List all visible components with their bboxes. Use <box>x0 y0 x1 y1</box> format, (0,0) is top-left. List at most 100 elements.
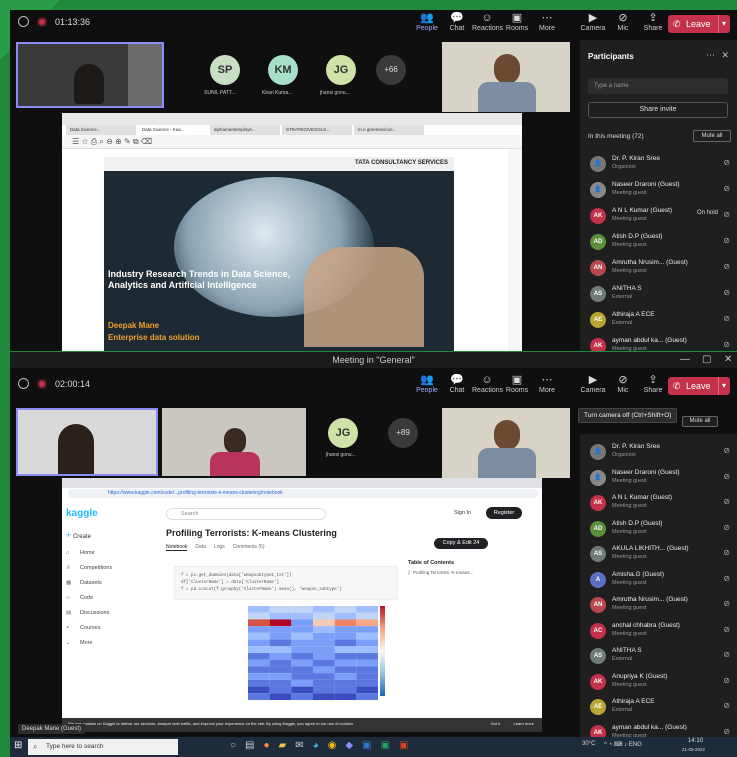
taskbar-time[interactable]: 14:10 <box>688 738 703 744</box>
kaggle-nav-home[interactable]: ⌂ Home <box>66 550 112 565</box>
address-bar[interactable]: https://www.kaggle.com/code/...profiling… <box>68 489 538 498</box>
toolbar-mic-button[interactable]: ⊘ Mic <box>608 12 638 32</box>
avatar-jg[interactable]: JG <box>326 55 356 85</box>
copy-edit-button[interactable]: Copy & Edit 24 <box>434 538 488 549</box>
kaggle-nav-more[interactable]: ⌄ More <box>66 640 112 655</box>
participant-item[interactable]: 👤 Dr. P. Kiran Sree Organizer ⊘ <box>590 442 732 466</box>
participant-item[interactable]: AS ANITHA S External ⊘ <box>590 284 732 308</box>
register-button[interactable]: Register <box>486 507 522 519</box>
browser-tab[interactable]: alphameetemploye... <box>210 125 280 135</box>
widgets-icon[interactable]: ▤ <box>245 740 254 751</box>
notebook-tab[interactable]: Comments (5) <box>233 544 265 551</box>
participant-item[interactable]: AC anchal chhabra (Guest) Meeting guest ⊘ <box>590 621 732 645</box>
kaggle-logo[interactable]: kaggle <box>66 508 98 519</box>
mute-all-button[interactable]: Mute all <box>693 130 731 142</box>
code-cell[interactable]: f = px.get_dummies(data['weapsubtype1_tx… <box>174 566 398 600</box>
toolbar-mic-button[interactable]: ⊘ Mic <box>608 374 638 394</box>
participant-item[interactable]: AS ANITHA S External ⊘ <box>590 646 732 670</box>
toc-item[interactable]: Profiling Terrorists: K-means... <box>408 570 488 575</box>
more-participants-badge[interactable]: +66 <box>376 55 406 85</box>
toolbar-share-button[interactable]: ⇪ Share <box>638 12 668 32</box>
participant-item[interactable]: AD Atish D.P (Guest) Meeting guest ⊘ <box>590 232 732 256</box>
mute-all-button[interactable]: Mute all <box>682 416 718 427</box>
teams-icon[interactable]: ◆ <box>345 740 353 751</box>
notebook-tab[interactable]: Data <box>195 544 206 551</box>
participant-item[interactable]: AN Amrutha Nrusim... (Guest) Meeting guest… <box>590 595 732 619</box>
browser-tab[interactable]: Data Science - Kaa... <box>138 125 208 135</box>
close-window-button[interactable]: ✕ <box>724 352 732 368</box>
file-explorer-icon[interactable]: ▰ <box>279 740 287 751</box>
tray-icons[interactable]: ^ ◔ ⌨ ♪ ENG <box>604 741 642 748</box>
avatar-km[interactable]: KM <box>268 55 298 85</box>
participant-item[interactable]: AK ayman abdul ka... (Guest) Meeting guest… <box>590 336 732 351</box>
sign-in-link[interactable]: Sign In <box>454 510 471 516</box>
toolbar-more-button[interactable]: ⋯ More <box>532 374 562 394</box>
task-view-icon[interactable]: ○ <box>230 740 236 751</box>
participant-item[interactable]: 👤 Naseer Draroni (Guest) Meeting guest ⊘ <box>590 468 732 492</box>
browser-tab[interactable]: Data Science... <box>66 125 136 135</box>
video-tile-speaker[interactable] <box>442 42 570 112</box>
notebook-tab[interactable]: Logs <box>214 544 225 551</box>
more-options-icon[interactable]: ⋯ <box>706 50 715 61</box>
participant-item[interactable]: AK A N L Kumar (Guest) Meeting guest On hol… <box>590 206 732 230</box>
chevron-down-icon[interactable]: ▾ <box>717 15 726 33</box>
learn-more-link[interactable]: Learn more <box>514 721 534 726</box>
toolbar-chat-button[interactable]: 💬 Chat <box>442 374 472 394</box>
participant-item[interactable]: 👤 Dr. P. Kiran Sree Organizer ⊘ <box>590 154 732 178</box>
participant-item[interactable]: AS AKULA LIKHITH... (Guest) Meeting guest ⊘ <box>590 544 732 568</box>
avatar-jg[interactable]: JG <box>328 418 358 448</box>
powerpoint-icon[interactable]: ▣ <box>399 740 408 751</box>
notebook-tab[interactable]: Notebook <box>166 544 188 551</box>
leave-button[interactable]: ✆ Leave ▾ <box>668 377 730 395</box>
kaggle-nav-courses[interactable]: ◓ Courses <box>66 625 112 640</box>
more-participants-badge[interactable]: +89 <box>388 418 418 448</box>
participant-item[interactable]: AE Athiraja A ECE External ⊘ <box>590 697 732 721</box>
toolbar-rooms-button[interactable]: ▣ Rooms <box>502 374 532 394</box>
video-tile-participant[interactable] <box>162 408 306 476</box>
kaggle-nav-competitions[interactable]: ♕ Competitions <box>66 565 112 580</box>
close-icon[interactable]: ✕ <box>721 50 729 61</box>
weather-temp[interactable]: 30°C <box>582 741 595 747</box>
participant-item[interactable]: AD Atish D.P (Guest) Meeting guest ⊘ <box>590 519 732 543</box>
video-tile-speaker[interactable] <box>442 408 570 478</box>
video-tile-self[interactable] <box>16 408 158 476</box>
toolbar-rooms-button[interactable]: ▣ Rooms <box>502 12 532 32</box>
toolbar-share-button[interactable]: ⇪ Share <box>638 374 668 394</box>
word-icon[interactable]: ▣ <box>362 740 371 751</box>
windows-start-icon[interactable]: ⊞ <box>14 740 22 751</box>
toolbar-chat-button[interactable]: 💬 Chat <box>442 12 472 32</box>
minimize-button[interactable]: — <box>680 352 690 368</box>
participant-item[interactable]: AK Anupriya K (Guest) Meeting guest ⊘ <box>590 672 732 696</box>
participant-item[interactable]: AN Amrutha Nrusim... (Guest) Meeting guest… <box>590 258 732 282</box>
avatar-sp[interactable]: SP <box>210 55 240 85</box>
browser-tab[interactable]: STRATEGIVESOLS... <box>282 125 352 135</box>
kaggle-search-input[interactable]: Search <box>166 508 326 520</box>
create-button[interactable]: + Create <box>66 530 91 540</box>
leave-button[interactable]: ✆ Leave ▾ <box>668 15 730 33</box>
kaggle-nav-discussions[interactable]: ▤ Discussions <box>66 610 112 625</box>
participant-item[interactable]: AK A N L Kumar (Guest) Meeting guest ⊘ <box>590 493 732 517</box>
maximize-button[interactable]: ▢ <box>702 352 711 368</box>
participant-item[interactable]: A Amisha.G (Guest) Meeting guest ⊘ <box>590 570 732 594</box>
video-tile-self[interactable] <box>16 42 164 108</box>
mail-icon[interactable]: ✉ <box>295 740 303 751</box>
toolbar-camera-button[interactable]: ▶ Camera <box>578 374 608 394</box>
excel-icon[interactable]: ▣ <box>381 740 390 751</box>
taskbar-search-input[interactable]: ⌕ Type here to search <box>28 739 178 755</box>
toolbar-reactions-button[interactable]: ☺ Reactions <box>472 374 503 394</box>
participant-search-input[interactable]: Type a name <box>588 78 728 94</box>
toolbar-more-button[interactable]: ⋯ More <box>532 12 562 32</box>
share-invite-button[interactable]: Share invite <box>588 102 728 118</box>
chevron-down-icon[interactable]: ▾ <box>717 377 726 395</box>
participant-item[interactable]: AE Athiraja A ECE External ⊘ <box>590 310 732 334</box>
participant-item[interactable]: 👤 Naseer Draroni (Guest) Meeting guest ⊘ <box>590 180 732 204</box>
toolbar-camera-button[interactable]: ▶ Camera <box>578 12 608 32</box>
kaggle-nav-datasets[interactable]: ▦ Datasets <box>66 580 112 595</box>
edge-icon[interactable]: ◕ <box>313 740 319 751</box>
toolbar-reactions-button[interactable]: ☺ Reactions <box>472 12 503 32</box>
browser-tab[interactable]: m.n greemevicon... <box>354 125 424 135</box>
toolbar-people-button[interactable]: 👥 People <box>412 374 442 394</box>
taskbar-date[interactable]: 21-05-2022 <box>682 747 705 752</box>
firefox-icon[interactable]: ● <box>264 740 270 751</box>
kaggle-nav-code[interactable]: ‹› Code <box>66 595 112 610</box>
